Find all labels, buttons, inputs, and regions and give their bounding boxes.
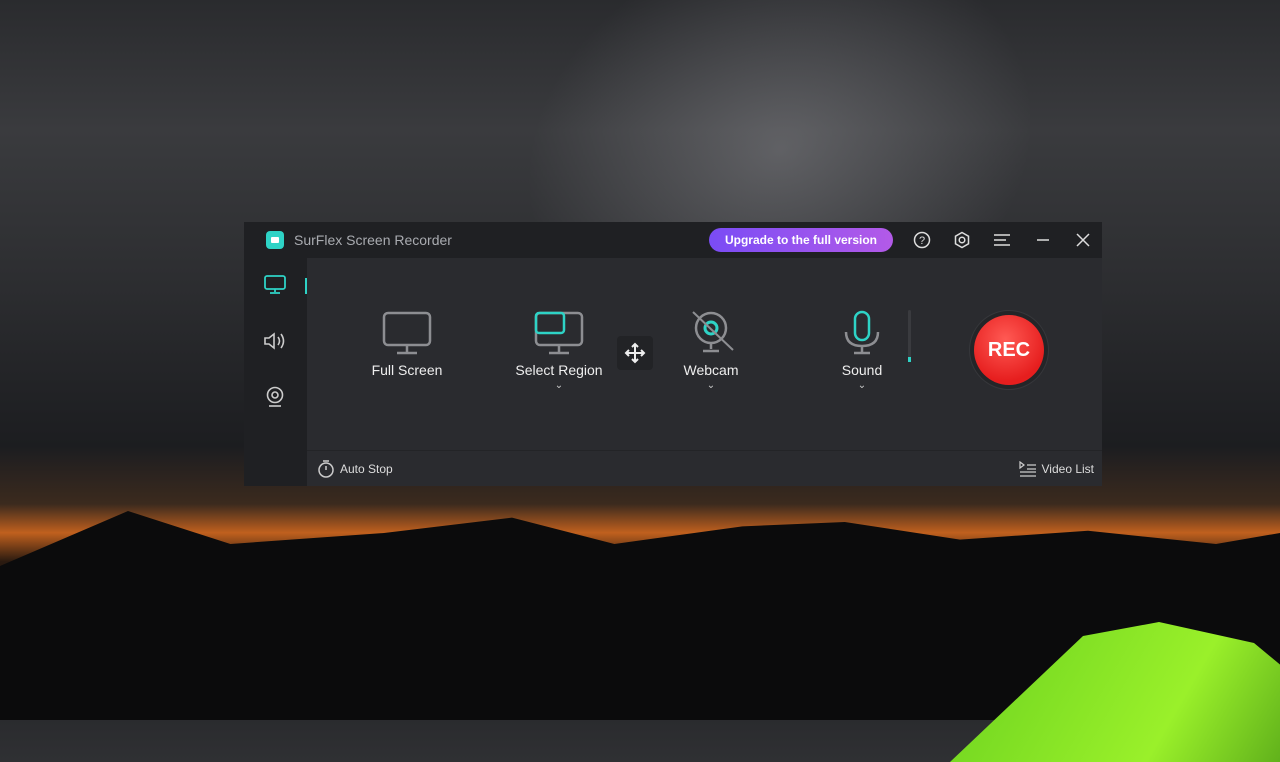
microphone-icon <box>844 310 880 355</box>
help-icon[interactable]: ? <box>912 230 932 250</box>
select-region-option[interactable]: Select Region ⌄ <box>499 310 619 391</box>
rec-button-ring: REC <box>969 310 1049 390</box>
minimize-icon[interactable] <box>1033 230 1053 250</box>
auto-stop-label: Auto Stop <box>340 461 393 476</box>
sound-level-meter <box>908 310 911 362</box>
select-region-icon <box>534 311 584 355</box>
footer: Auto Stop Video List <box>307 450 1102 486</box>
recorder-window: SurFlex Screen Recorder Upgrade to the f… <box>244 222 1102 486</box>
sound-dropdown-chevron-icon[interactable]: ⌄ <box>802 380 922 391</box>
video-list-icon <box>1018 460 1036 477</box>
auto-stop-button[interactable]: Auto Stop <box>317 459 393 478</box>
close-icon[interactable] <box>1073 230 1093 250</box>
move-handle-icon[interactable] <box>617 336 653 370</box>
sound-label: Sound <box>841 362 883 378</box>
sidebar-screen-icon[interactable] <box>262 272 288 298</box>
app-logo-icon <box>266 231 284 249</box>
rec-button[interactable]: REC <box>974 315 1044 385</box>
webcam-off-icon <box>692 311 734 353</box>
menu-icon[interactable] <box>992 230 1012 250</box>
select-region-label: Select Region <box>515 362 603 378</box>
sidebar <box>244 258 307 486</box>
timer-icon <box>318 459 334 478</box>
sound-option[interactable]: Sound ⌄ <box>802 310 922 391</box>
main-panel: Full Screen Select Region ⌄ Webcam ⌄ Sou… <box>305 258 1102 486</box>
active-indicator <box>305 278 307 294</box>
webcam-option[interactable]: Webcam ⌄ <box>651 310 771 391</box>
sidebar-webcam-icon[interactable] <box>262 384 288 410</box>
video-list-label: Video List <box>1041 461 1094 476</box>
select-region-dropdown-chevron-icon[interactable]: ⌄ <box>499 380 619 391</box>
app-title: SurFlex Screen Recorder <box>294 232 452 248</box>
title-bar[interactable]: SurFlex Screen Recorder Upgrade to the f… <box>244 222 1102 258</box>
upgrade-button[interactable]: Upgrade to the full version <box>709 228 893 252</box>
full-screen-label: Full Screen <box>371 362 443 378</box>
svg-text:?: ? <box>919 235 925 247</box>
video-list-button[interactable]: Video List <box>1018 460 1094 477</box>
sidebar-audio-icon[interactable] <box>262 328 288 354</box>
full-screen-option[interactable]: Full Screen <box>347 310 467 378</box>
webcam-label: Webcam <box>683 362 739 378</box>
webcam-dropdown-chevron-icon[interactable]: ⌄ <box>651 380 771 391</box>
monitor-icon <box>382 311 432 355</box>
settings-icon[interactable] <box>952 230 972 250</box>
